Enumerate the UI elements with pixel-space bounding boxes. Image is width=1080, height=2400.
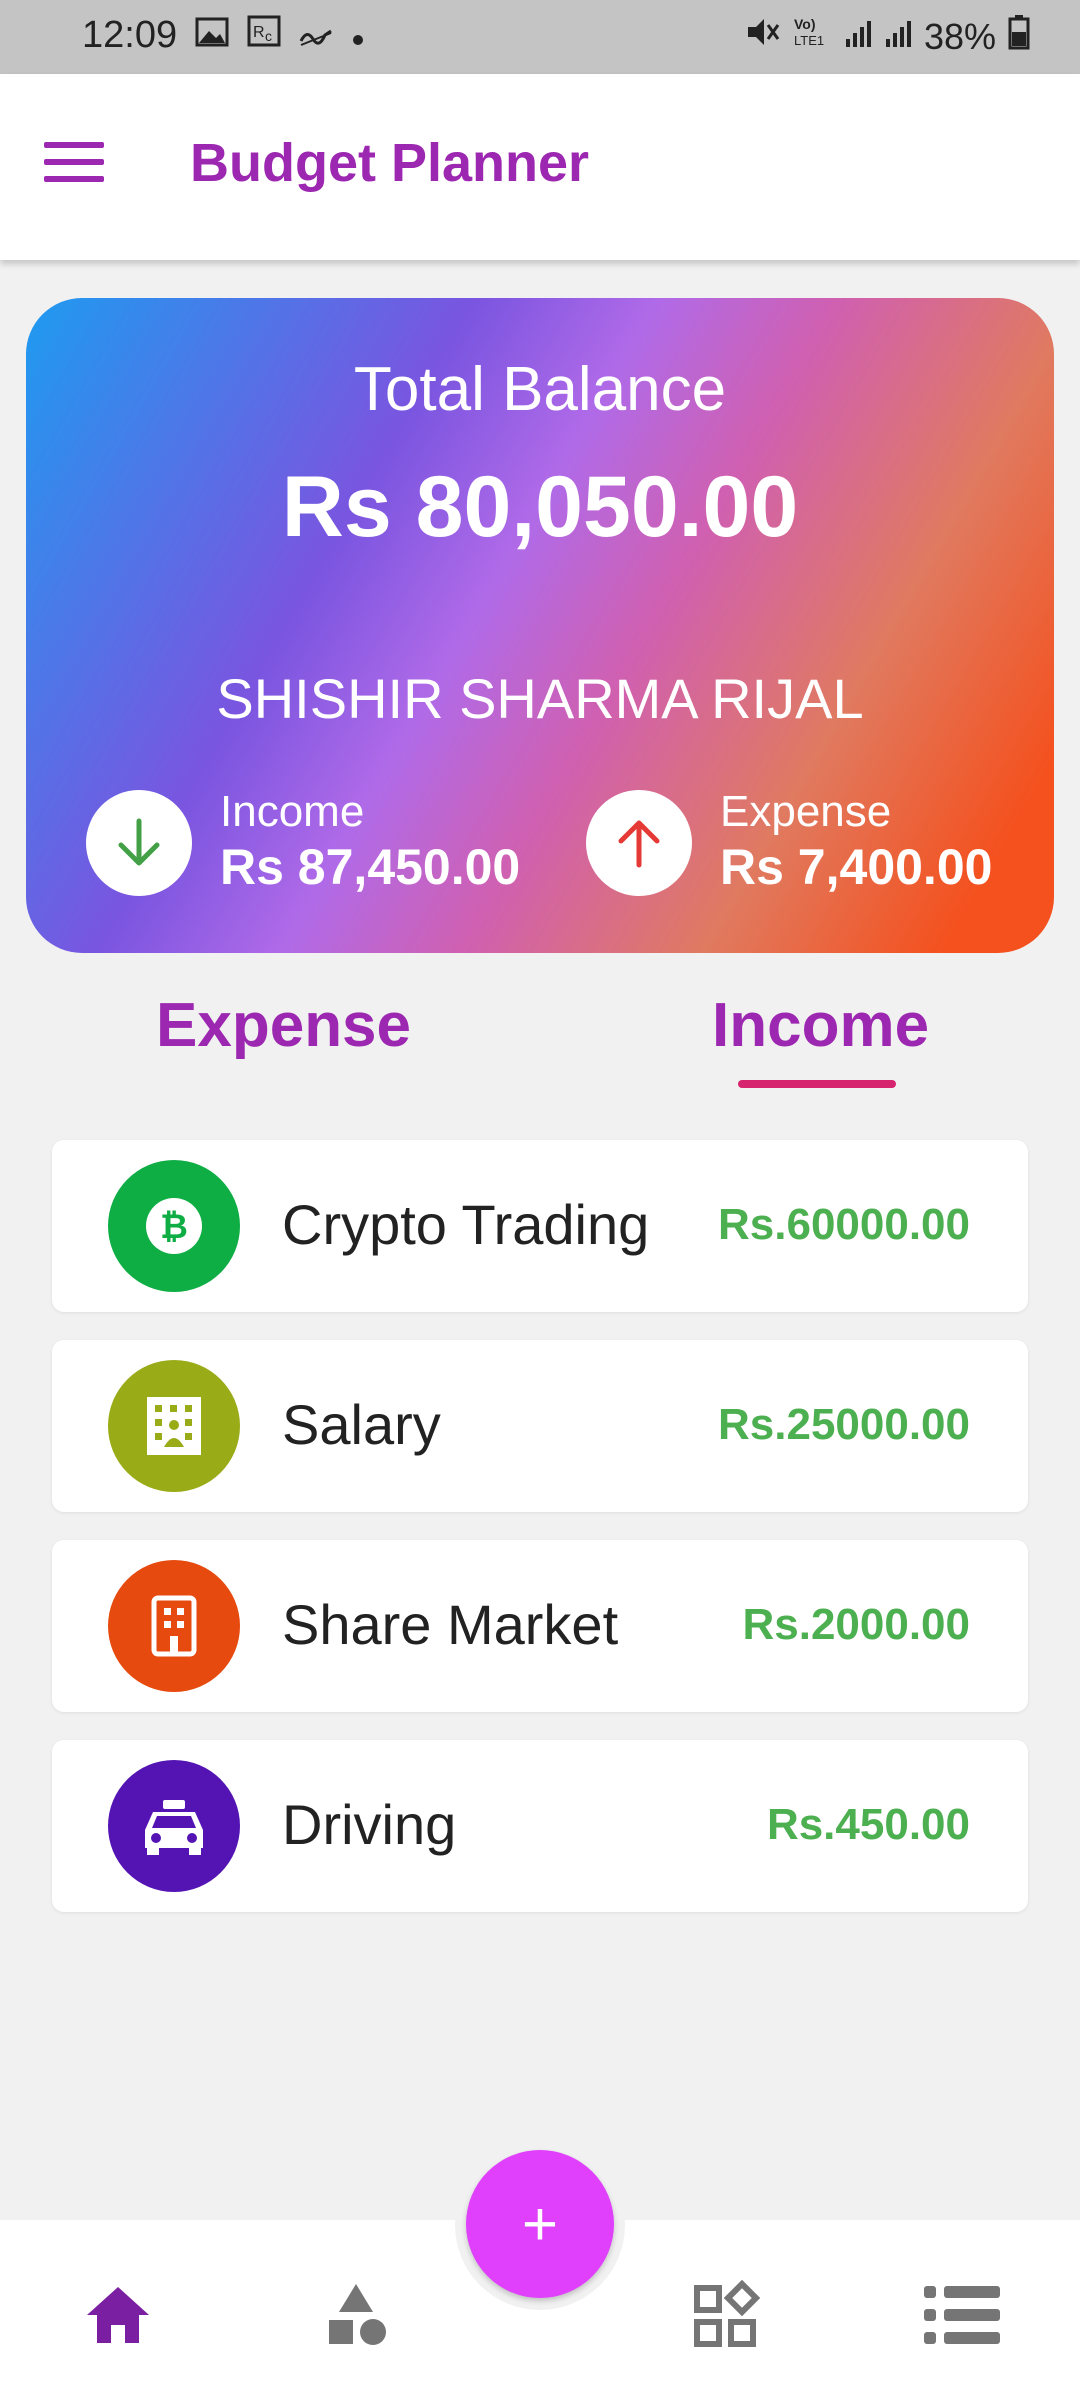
app-bar: Budget Planner xyxy=(0,74,1080,260)
expense-label: Expense xyxy=(720,787,892,836)
transaction-name: Driving xyxy=(282,1793,457,1856)
gallery-icon xyxy=(195,14,229,57)
add-transaction-button[interactable]: + xyxy=(466,2150,614,2298)
signal-icon xyxy=(844,16,872,58)
app-title: Budget Planner xyxy=(190,133,590,193)
svg-text:c: c xyxy=(265,28,272,44)
expense-value: Rs 7,400.00 xyxy=(720,839,993,895)
list-item[interactable]: Salary Rs.25000.00 xyxy=(52,1340,1028,1512)
battery-percent: 38% xyxy=(923,15,996,57)
svg-text:LTE1: LTE1 xyxy=(794,33,824,48)
total-balance-label: Total Balance xyxy=(353,355,727,424)
active-tab-indicator xyxy=(738,1080,896,1088)
transaction-name: Salary xyxy=(282,1393,441,1456)
transaction-amount: Rs.2000.00 xyxy=(742,1600,970,1649)
taxi-icon xyxy=(108,1760,240,1892)
home-icon[interactable] xyxy=(78,2275,158,2355)
transaction-amount: Rs.450.00 xyxy=(766,1800,970,1849)
widgets-icon[interactable] xyxy=(686,2275,766,2355)
office-building-icon xyxy=(108,1360,240,1492)
income-value: Rs 87,450.00 xyxy=(220,839,521,895)
shapes-icon[interactable] xyxy=(316,2275,396,2355)
tab-income[interactable]: Income xyxy=(712,990,929,1061)
svg-text:Vo): Vo) xyxy=(794,16,816,32)
transaction-amount: Rs.60000.00 xyxy=(718,1200,970,1249)
total-balance-amount: Rs 80,050.00 xyxy=(281,459,799,555)
building-icon xyxy=(108,1560,240,1692)
account-holder-name: SHISHIR SHARMA RIJAL xyxy=(216,667,864,730)
transaction-amount: Rs.25000.00 xyxy=(718,1400,970,1449)
arrow-up-icon xyxy=(586,790,692,896)
transaction-name: Share Market xyxy=(282,1593,619,1656)
dot-icon xyxy=(351,14,365,57)
clock: 12:09 xyxy=(82,14,178,56)
reminder-icon: Rc xyxy=(247,14,281,57)
battery-icon xyxy=(1008,14,1030,59)
expense-summary: Expense Rs 7,400.00 xyxy=(586,788,992,898)
hamburger-menu-icon[interactable] xyxy=(44,142,104,192)
svg-text:R: R xyxy=(253,24,265,41)
volte-icon: Vo) LTE1 xyxy=(792,15,832,58)
arrow-down-icon xyxy=(86,790,192,896)
signal-icon xyxy=(884,16,912,58)
status-bar: 12:09 Rc Vo) LTE1 38% xyxy=(0,0,1080,74)
wave-icon xyxy=(299,14,333,57)
list-icon[interactable] xyxy=(922,2275,1002,2355)
list-item[interactable]: Share Market Rs.2000.00 xyxy=(52,1540,1028,1712)
list-item[interactable]: Driving Rs.450.00 xyxy=(52,1740,1028,1912)
bitcoin-icon: ₿ xyxy=(108,1160,240,1292)
list-item[interactable]: ₿ Crypto Trading Rs.60000.00 xyxy=(52,1140,1028,1312)
income-summary: Income Rs 87,450.00 xyxy=(86,788,520,898)
mute-icon xyxy=(744,15,780,58)
balance-card: Total Balance Rs 80,050.00 SHISHIR SHARM… xyxy=(26,298,1054,953)
transaction-name: Crypto Trading xyxy=(282,1193,650,1256)
income-label: Income xyxy=(220,787,365,836)
svg-text:₿: ₿ xyxy=(160,1208,188,1246)
tab-expense[interactable]: Expense xyxy=(156,990,411,1061)
